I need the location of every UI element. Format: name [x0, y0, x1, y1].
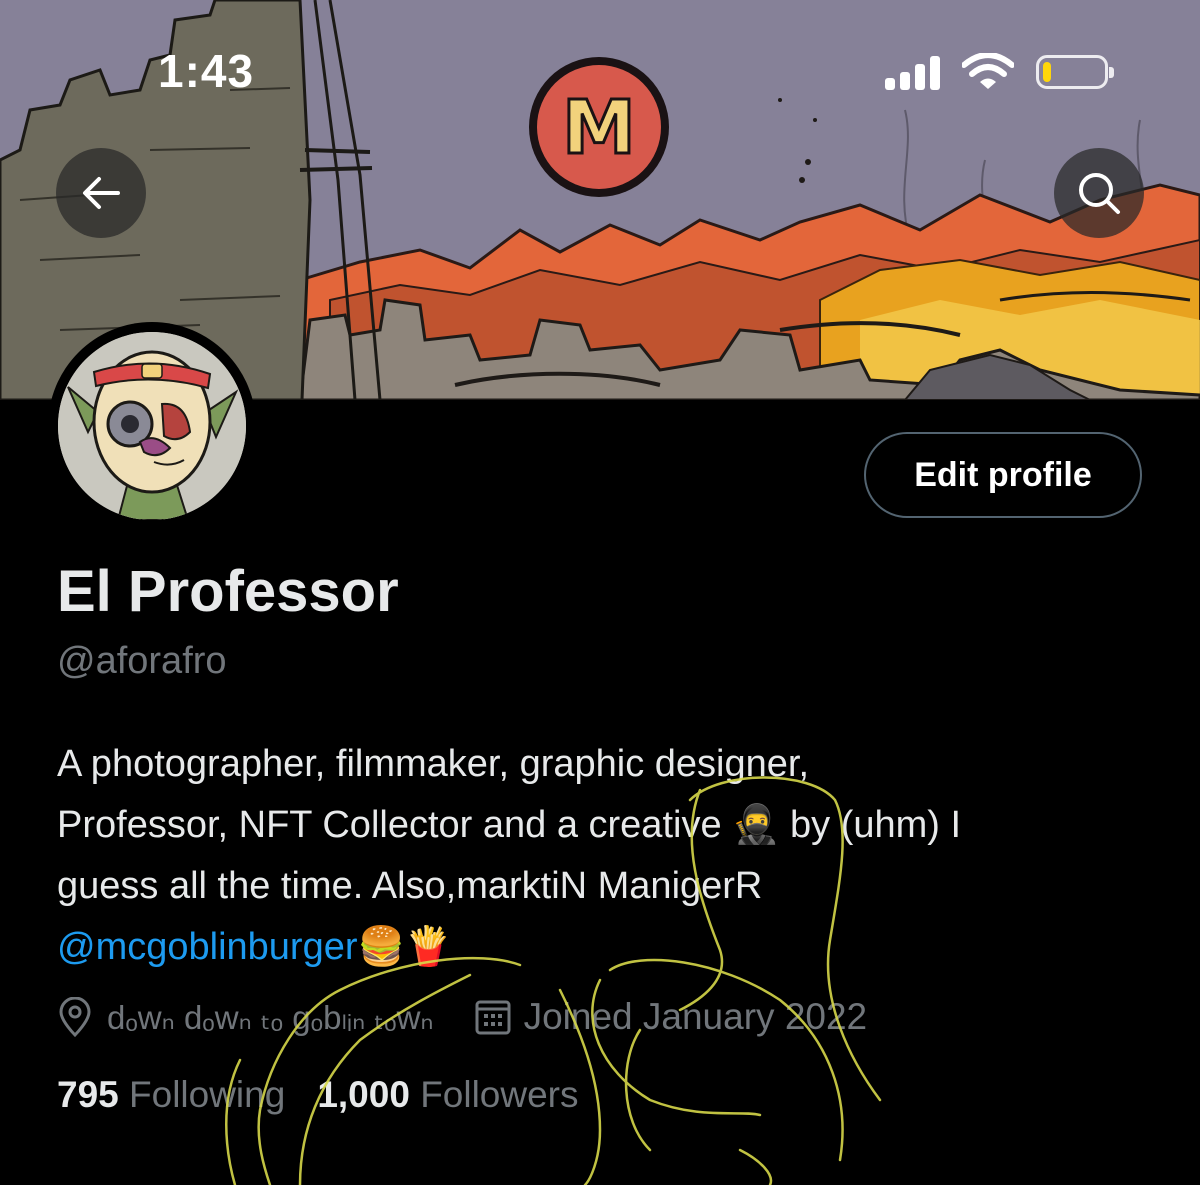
edit-profile-button[interactable]: Edit profile [864, 432, 1142, 518]
status-time: 1:43 [158, 45, 255, 97]
user-handle: @aforafro [57, 640, 227, 682]
followers-count: 1,000 [317, 1074, 410, 1115]
calendar-icon [475, 1000, 511, 1035]
profile-meta: dₒwₙ dₒwₙ ₜₒ gₒbₗᵢₙ ₜₒwₙ Joined January … [57, 994, 867, 1040]
arrow-left-icon [83, 177, 120, 209]
joined-date: Joined January 2022 [523, 996, 868, 1037]
location-item: dₒwₙ dₒwₙ ₜₒ gₒbₗᵢₙ ₜₒwₙ [57, 997, 474, 1037]
following-link[interactable]: 795 Following [57, 1074, 285, 1116]
bio-line-1: A photographer, filmmaker, graphic desig… [57, 743, 810, 785]
bio-line-2: Professor, NFT Collector and a creative … [57, 804, 962, 846]
followers-link[interactable]: 1,000 Followers [317, 1074, 578, 1116]
location-pin-icon [59, 997, 91, 1037]
joined-item: Joined January 2022 [474, 996, 868, 1038]
battery-icon [1036, 55, 1114, 89]
following-label: Following [129, 1074, 286, 1115]
avatar-goblin-image [58, 332, 246, 520]
cellular-signal-icon [885, 54, 940, 90]
location-text: dₒwₙ dₒwₙ ₜₒ gₒbₗᵢₙ ₜₒwₙ [107, 998, 434, 1036]
avatar[interactable] [48, 322, 256, 530]
bio-line-4: @mcgoblinburger🍔🍟 [57, 917, 1157, 978]
back-button[interactable] [56, 148, 146, 238]
display-name: El Professor [57, 559, 399, 624]
battery-level [1043, 62, 1051, 82]
wifi-icon [962, 53, 1014, 89]
follow-stats: 795 Following 1,000 Followers [57, 1074, 579, 1116]
bio-emojis: 🍔🍟 [357, 926, 453, 968]
followers-label: Followers [420, 1074, 579, 1115]
profile-bio: A photographer, filmmaker, graphic desig… [57, 734, 1157, 978]
search-icon [1079, 173, 1120, 214]
banner-logo-letter: M [562, 85, 636, 171]
bio-line-3: guess all the time. Also,marktiN Maniger… [57, 865, 763, 907]
bio-mention-link[interactable]: @mcgoblinburger [57, 926, 358, 968]
following-count: 795 [57, 1074, 119, 1115]
status-indicators [885, 50, 1114, 94]
search-button[interactable] [1054, 148, 1144, 238]
